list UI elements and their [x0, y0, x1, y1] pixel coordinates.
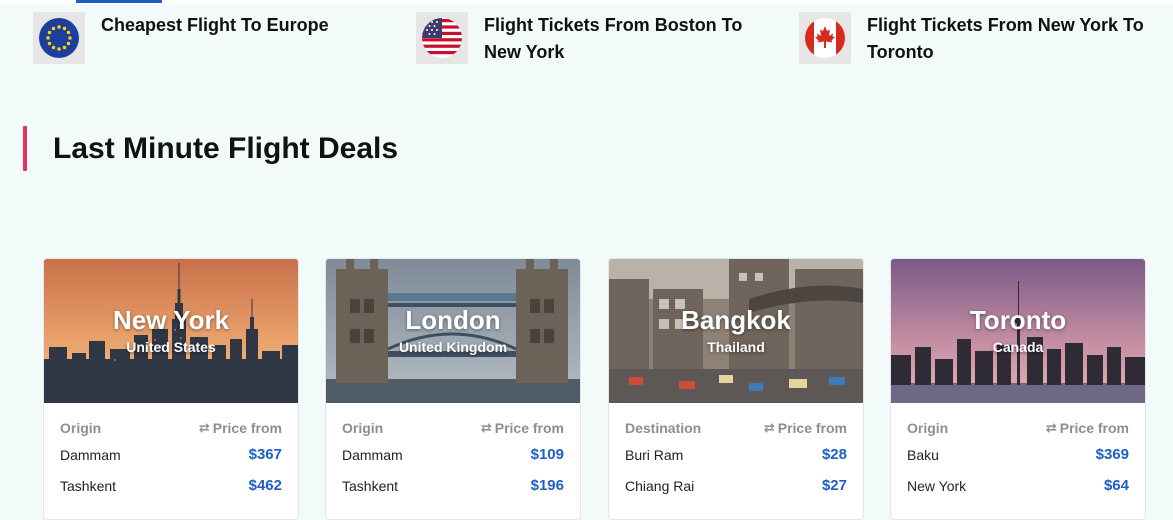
deal-row[interactable]: Dammam $109 — [342, 439, 564, 470]
card-country-name: Thailand — [707, 339, 765, 355]
deal-price: $462 — [248, 477, 282, 494]
deal-price: $367 — [248, 446, 282, 463]
quick-link-label-line2: Toronto — [867, 42, 934, 62]
deal-place: New York — [907, 477, 967, 494]
city-image-london: London United Kingdom — [326, 259, 580, 403]
quick-link-label: Flight Tickets From Boston To New York — [484, 12, 742, 66]
price-from-label: Price from — [777, 420, 847, 436]
deal-table-header: Origin ⇄ Price from — [907, 417, 1129, 439]
deal-table: Destination ⇄ Price from Buri Ram $28 Ch… — [609, 417, 863, 501]
section-title: Last Minute Flight Deals — [53, 131, 399, 165]
quick-link-label: Cheapest Flight To Europe — [101, 12, 329, 39]
price-from-label: Price from — [494, 420, 564, 436]
quick-link-europe[interactable]: Cheapest Flight To Europe — [33, 12, 329, 64]
deal-card-toronto[interactable]: Toronto Canada Origin ⇄ Price from Baku … — [890, 258, 1146, 520]
deal-row[interactable]: Dammam $367 — [60, 439, 282, 470]
card-city-name: Bangkok — [681, 305, 791, 335]
card-city-name: London — [405, 305, 501, 335]
city-image-bangkok: Bangkok Thailand — [609, 259, 863, 403]
quick-link-label-line1: Flight Tickets From Boston To — [484, 15, 743, 35]
deal-place: Dammam — [60, 446, 121, 463]
card-country-name: United Kingdom — [398, 339, 508, 355]
deal-place: Dammam — [342, 446, 403, 463]
column-label-left: Origin — [342, 420, 384, 436]
deal-price: $109 — [530, 446, 564, 463]
quick-link-label: Flight Tickets From New York To Toronto — [867, 12, 1144, 66]
deal-row[interactable]: Tashkent $196 — [342, 470, 564, 501]
column-label-right: ⇄ Price from — [481, 420, 564, 436]
us-flag-icon — [416, 12, 468, 64]
deal-card-bangkok[interactable]: Bangkok Thailand Destination ⇄ Price fro… — [608, 258, 864, 520]
deal-card-new-york[interactable]: New York United States Origin ⇄ Price fr… — [43, 258, 299, 520]
deal-table: Origin ⇄ Price from Dammam $367 Tashkent… — [44, 417, 298, 501]
city-image-toronto: Toronto Canada — [891, 259, 1145, 403]
column-label-right: ⇄ Price from — [764, 420, 847, 436]
column-label-left: Origin — [60, 420, 102, 436]
card-country-name: United States — [126, 339, 216, 355]
deal-place: Buri Ram — [625, 446, 684, 463]
deal-table: Origin ⇄ Price from Baku $369 New York $… — [891, 417, 1145, 501]
price-from-label: Price from — [212, 420, 282, 436]
swap-arrows-icon: ⇄ — [198, 420, 210, 435]
card-city-name: Toronto — [969, 305, 1067, 335]
column-label-right: ⇄ Price from — [199, 420, 282, 436]
quick-link-boston-new-york[interactable]: Flight Tickets From Boston To New York — [416, 12, 742, 66]
quick-link-label-line1: Cheapest Flight To Europe — [101, 15, 329, 35]
card-country-name: Canada — [992, 339, 1044, 355]
deal-price: $27 — [821, 477, 847, 494]
deal-price: $369 — [1095, 446, 1129, 463]
quick-link-new-york-toronto[interactable]: Flight Tickets From New York To Toronto — [799, 12, 1144, 66]
deal-row[interactable]: Tashkent $462 — [60, 470, 282, 501]
price-from-label: Price from — [1059, 420, 1129, 436]
swap-arrows-icon: ⇄ — [480, 420, 492, 435]
active-tab-indicator — [76, 0, 162, 3]
quick-link-label-line2: New York — [484, 42, 565, 62]
canada-flag-icon — [799, 12, 851, 64]
deal-row[interactable]: Buri Ram $28 — [625, 439, 847, 470]
column-label-right: ⇄ Price from — [1046, 420, 1129, 436]
quick-link-label-line1: Flight Tickets From New York To — [867, 15, 1144, 35]
deal-price: $28 — [821, 446, 847, 463]
deal-row[interactable]: Baku $369 — [907, 439, 1129, 470]
deal-place: Tashkent — [60, 477, 117, 494]
quick-links-row: Cheapest Flight To Europe Flight Tickets… — [0, 12, 1173, 72]
deal-table-header: Origin ⇄ Price from — [342, 417, 564, 439]
deal-row[interactable]: Chiang Rai $27 — [625, 470, 847, 501]
column-label-left: Origin — [907, 420, 949, 436]
deal-place: Chiang Rai — [625, 477, 695, 494]
deal-card-london[interactable]: London United Kingdom Origin ⇄ Price fro… — [325, 258, 581, 520]
deal-place: Baku — [907, 446, 939, 463]
deal-price: $196 — [530, 477, 564, 494]
swap-arrows-icon: ⇄ — [763, 420, 775, 435]
city-image-new-york: New York United States — [44, 259, 298, 403]
swap-arrows-icon: ⇄ — [1045, 420, 1057, 435]
deal-place: Tashkent — [342, 477, 399, 494]
column-label-left: Destination — [625, 420, 702, 436]
deal-row[interactable]: New York $64 — [907, 470, 1129, 501]
top-strip — [0, 0, 1173, 4]
card-city-name: New York — [112, 305, 230, 335]
deal-table-header: Origin ⇄ Price from — [60, 417, 282, 439]
heading-accent-bar — [23, 126, 27, 171]
deal-table: Origin ⇄ Price from Dammam $109 Tashkent… — [326, 417, 580, 501]
deal-table-header: Destination ⇄ Price from — [625, 417, 847, 439]
deal-price: $64 — [1103, 477, 1129, 494]
eu-flag-icon — [33, 12, 85, 64]
section-heading: Last Minute Flight Deals — [23, 126, 398, 171]
